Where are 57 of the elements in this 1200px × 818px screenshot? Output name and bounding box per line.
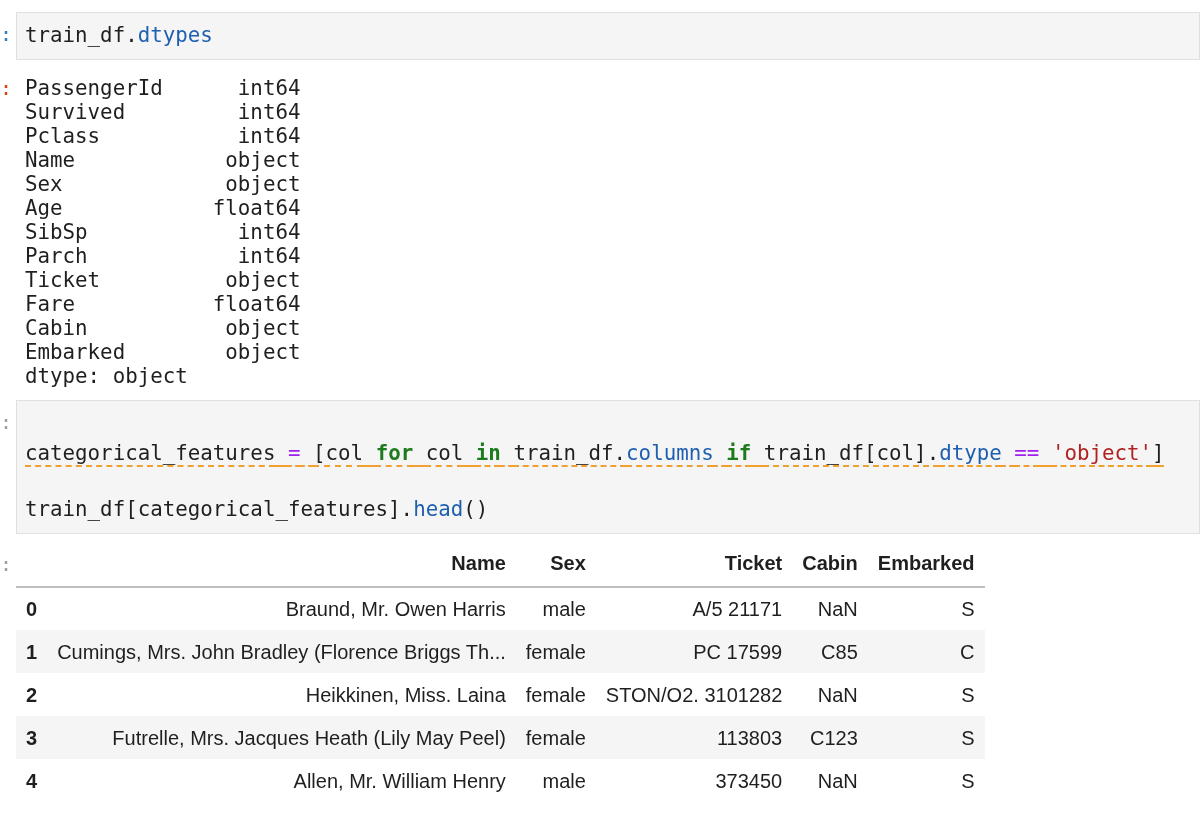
table-cell: NaN (817, 598, 858, 620)
output-line: Fare float64 (25, 292, 301, 316)
table-cell: A/5 21171 (692, 598, 783, 620)
table-cell: 113803 (717, 726, 783, 749)
column-header: Cabin (802, 552, 858, 574)
table-cell: female (525, 683, 586, 706)
table-cell: C123 (810, 726, 858, 749)
row-index: 4 (26, 769, 38, 792)
table-cell: S (961, 726, 975, 749)
row-index: 2 (26, 683, 38, 706)
output-line: Name object (25, 148, 301, 172)
table-cell: C (960, 640, 975, 663)
table-cell: Heikkinen, Miss. Laina (305, 683, 506, 706)
table-cell: male (542, 769, 586, 792)
table-cell: S (961, 769, 975, 792)
table-cell: female (525, 726, 586, 749)
table-cell: PC 17599 (693, 640, 783, 663)
cell-prompt: : (0, 552, 13, 576)
output-line: dtype: object (25, 364, 189, 388)
code-line: categorical_features = [col for col in train_df.columns if train_df[col].dtype == 'object'] (25, 441, 1165, 465)
output-line: Sex object (25, 172, 301, 196)
table-cell: Allen, Mr. William Henry (293, 769, 506, 792)
row-index: 3 (26, 726, 38, 749)
table-cell: female (525, 640, 586, 663)
row-index: 0 (26, 598, 38, 620)
output-line: Embarked object (25, 340, 301, 364)
column-header: Embarked (877, 552, 975, 574)
output-line: Pclass int64 (25, 124, 301, 148)
table-cell: male (542, 598, 586, 620)
output-line: PassengerId int64 (25, 76, 301, 100)
code-line: train_df.dtypes (25, 23, 213, 47)
cell-prompt: : (0, 22, 13, 46)
output-line: Age float64 (25, 196, 301, 220)
table-cell: Braund, Mr. Owen Harris (285, 598, 506, 620)
row-index: 1 (26, 640, 38, 663)
output-line: Survived int64 (25, 100, 301, 124)
output-line: Parch int64 (25, 244, 301, 268)
table-cell: STON/O2. 3101282 (605, 683, 783, 706)
output-line: Ticket object (25, 268, 301, 292)
column-header: Sex (550, 552, 586, 574)
code-cell[interactable]: train_df.dtypes (16, 12, 1200, 60)
column-header: Name (451, 552, 506, 574)
column-header: Ticket (724, 552, 783, 574)
cell-prompt: : (0, 410, 13, 434)
output-line: SibSp int64 (25, 220, 301, 244)
table-cell: S (961, 683, 975, 706)
code-cell[interactable]: categorical_features = [col for col in train_df.columns if train_df[col].dtype == 'object'] train_df[categorical_features].head() (16, 400, 1200, 534)
table-cell: NaN (817, 769, 858, 792)
table-cell: C85 (821, 640, 858, 663)
code-line: train_df[categorical_features].head() (25, 497, 489, 521)
table-cell: S (961, 598, 975, 620)
cell-prompt: : (0, 76, 13, 100)
table-cell: Futrelle, Mrs. Jacques Heath (Lily May Peel) (112, 726, 506, 749)
table-cell: NaN (817, 683, 858, 706)
table-cell: 373450 (715, 769, 783, 792)
table-cell: Cumings, Mrs. John Bradley (Florence Briggs Th... (57, 640, 506, 663)
output-line: Cabin object (25, 316, 301, 340)
